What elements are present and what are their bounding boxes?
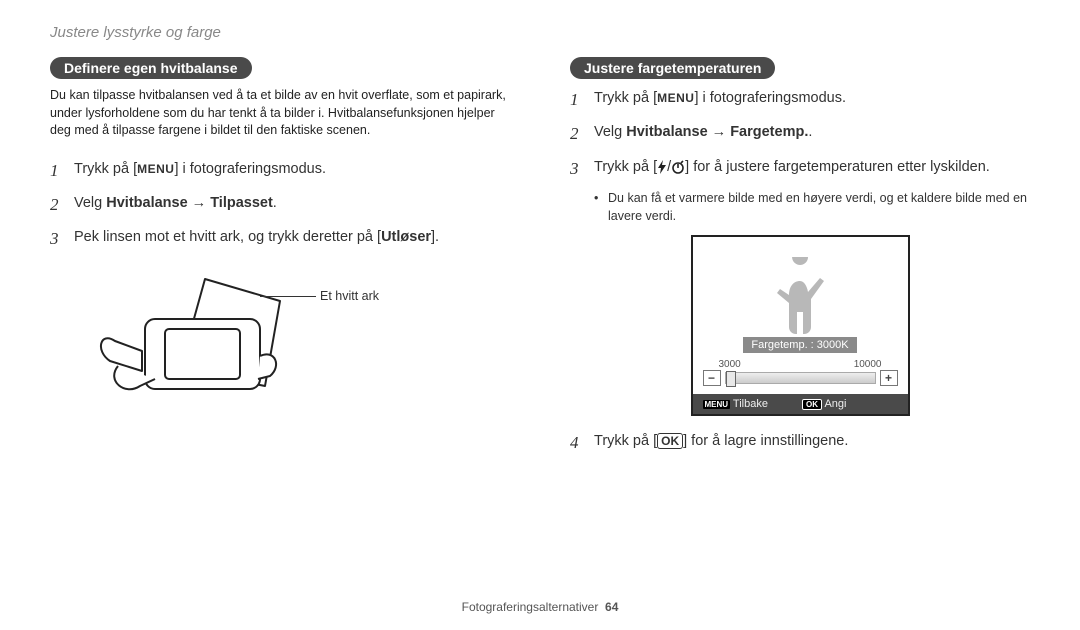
left-column: Definere egen hvitbalanse Du kan tilpass…: [50, 57, 510, 464]
step-3-right: 3 Trykk på [/] for å justere fargetemper…: [570, 156, 1030, 182]
section-heading-right: Justere fargetemperaturen: [570, 57, 775, 79]
set-label: Angi: [824, 398, 846, 410]
step-2-left: 2 Velg Hvitbalanse → Tilpasset.: [50, 192, 510, 218]
ok-icon: OK: [657, 433, 683, 449]
page-title: Justere lysstyrke og farge: [50, 24, 1030, 41]
slider-min: 3000: [719, 359, 741, 370]
step-number: 3: [570, 156, 584, 182]
step-number: 4: [570, 430, 584, 456]
slider-handle[interactable]: [726, 371, 736, 387]
ok-icon: OK: [802, 399, 822, 410]
timer-icon: [671, 160, 685, 174]
step-1-left: 1 Trykk på [MENU] i fotograferingsmodus.: [50, 158, 510, 184]
figure-label: Et hvitt ark: [320, 289, 379, 303]
back-label: Tilbake: [733, 398, 768, 410]
note-bullet: • Du kan få et varmere bilde med en høye…: [594, 190, 1030, 225]
step-number: 2: [570, 121, 584, 147]
step-number: 1: [50, 158, 64, 184]
step-number: 1: [570, 87, 584, 113]
section-heading-left: Definere egen hvitbalanse: [50, 57, 252, 79]
minus-button[interactable]: −: [703, 370, 721, 386]
control-label: Fargetemp. : 3000K: [743, 337, 856, 353]
intro-text: Du kan tilpasse hvitbalansen ved å ta et…: [50, 87, 510, 140]
menu-icon: MENU: [137, 160, 174, 179]
step-1-right: 1 Trykk på [MENU] i fotograferingsmodus.: [570, 87, 1030, 113]
callout-line: [260, 296, 316, 297]
step-number: 2: [50, 192, 64, 218]
figure-paper-sheet: Et hvitt ark: [70, 271, 510, 416]
menu-icon: MENU: [703, 400, 731, 409]
page-footer: Fotograferingsalternativer 64: [0, 600, 1080, 614]
slider-max: 10000: [854, 359, 882, 370]
step-number: 3: [50, 226, 64, 252]
flash-icon: [657, 160, 667, 174]
step-4-right: 4 Trykk på [OK] for å lagre innstillinge…: [570, 430, 1030, 456]
step-3-left: 3 Pek linsen mot et hvitt ark, og trykk …: [50, 226, 510, 252]
step-2-right: 2 Velg Hvitbalanse → Fargetemp..: [570, 121, 1030, 147]
slider-track[interactable]: [725, 372, 876, 384]
silhouette-icon: [775, 257, 825, 337]
right-column: Justere fargetemperaturen 1 Trykk på [ME…: [570, 57, 1030, 464]
camera-screen-preview: Fargetemp. : 3000K 3000 10000 − + MENU T…: [691, 235, 910, 416]
plus-button[interactable]: +: [880, 370, 898, 386]
menu-icon: MENU: [657, 89, 694, 108]
